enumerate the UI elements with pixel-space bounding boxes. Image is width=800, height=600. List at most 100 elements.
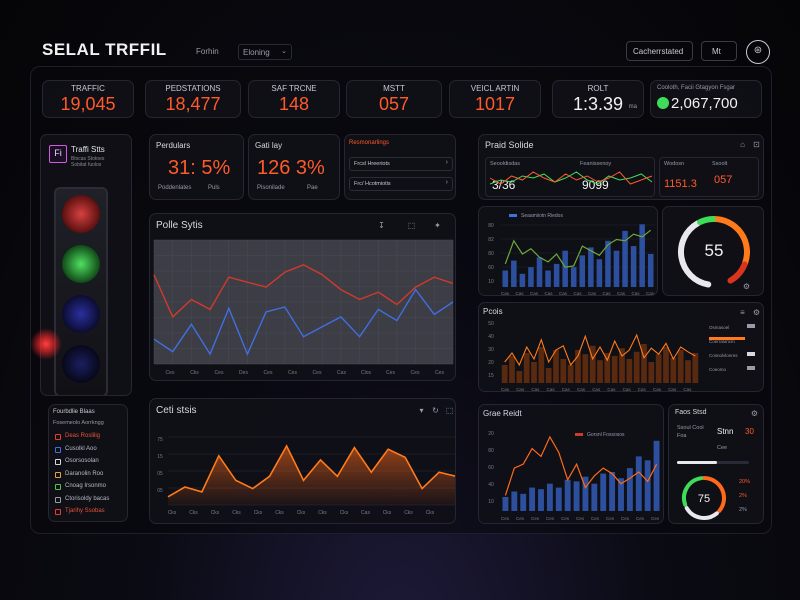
legend-swatch: [575, 433, 583, 436]
legend-panel: Fourbdlie Blaas Fosemeolo Aorrkngg Deas …: [48, 404, 128, 522]
x-tick-label: Ces: [215, 370, 224, 376]
gear-icon[interactable]: ⚙: [741, 281, 752, 292]
x-tick-label: Cks: [404, 510, 413, 516]
x-tick-label: Ces: [636, 516, 645, 521]
legend-item[interactable]: Cusolkl Aoo: [55, 445, 125, 455]
chevron-down-icon: ⌄: [281, 48, 287, 55]
y-tick-label: 80: [488, 251, 494, 257]
legend-item[interactable]: Deas Roslilig: [55, 432, 125, 442]
y-tick-label: 20: [488, 360, 494, 366]
list-row-1-label: Frcsl Hreeriots: [354, 161, 390, 167]
legend-label: Gorsnl Fossosos: [587, 432, 625, 438]
legend-swatch-icon: [55, 459, 61, 465]
insight-c4-label: Ssoolt: [712, 161, 728, 167]
x-tick-label: Cas: [562, 387, 571, 392]
bookmark-icon[interactable]: ⊡: [751, 139, 762, 150]
y-tick-label: 20: [488, 431, 494, 437]
x-tick-label: Cas: [559, 291, 568, 296]
stat-card: ROLT 1:3.39 ma: [552, 80, 644, 118]
x-tick-label: Cas: [607, 387, 616, 392]
bottom-bar-panel: Grae Reidt Gorsnl Fossosos 20 80 60 40 10 Ces C…: [478, 404, 664, 524]
bar: [531, 362, 537, 383]
legend-item-label: Tjarihy Ssobas: [65, 508, 105, 514]
bar: [647, 254, 654, 287]
legend-item-label: Ctorisoldy bacas: [65, 495, 110, 502]
bar: [567, 365, 574, 383]
bar: [502, 270, 509, 287]
x-tick-label: Cas: [530, 291, 539, 296]
y-tick-label: 10: [488, 279, 494, 285]
nav-label[interactable]: Forhin: [196, 47, 219, 56]
stat-label: SAF TRCNE: [271, 84, 317, 93]
legend-item[interactable]: Ctorisoldy bacas: [55, 495, 125, 505]
menu-button[interactable]: Mt: [701, 41, 737, 61]
bar: [579, 255, 586, 287]
x-tick-label: Cas: [653, 387, 662, 392]
line-series: [504, 435, 658, 496]
bar: [600, 473, 607, 511]
legend-item-label: Cusolkl Aoo: [65, 445, 97, 452]
x-tick-label: Ces: [621, 516, 630, 521]
bar: [509, 356, 515, 383]
filter-dropdown[interactable]: Eloning ⌄: [238, 44, 292, 60]
gauge-arc-white: [684, 506, 719, 520]
bar: [653, 440, 660, 511]
x-tick-label: Cks: [189, 510, 198, 516]
legend-title: Fourbdlie Blaas: [53, 409, 95, 415]
y-tick-label: 75: [157, 437, 163, 443]
bar: [545, 270, 551, 287]
red-light: [62, 195, 100, 233]
stat-card: TRAFFIC 19,045: [42, 80, 134, 118]
bar: [523, 353, 530, 383]
user-avatar-icon[interactable]: ⊛: [746, 40, 770, 64]
list-row-1[interactable]: Frcsl Hreeriots ›: [349, 157, 453, 171]
bar: [692, 353, 699, 383]
percent-b-value: 126 3%: [257, 157, 325, 179]
area-chart-panel: Ceti stsis ▾ ↻ ⬚ 75 15 05 05 Cks Cks Cks Cks Cks…: [149, 398, 456, 524]
dropdown-value: Eloning: [243, 48, 270, 57]
x-tick-label: Cas: [501, 387, 510, 392]
stat-label: PEDSTATIONS: [165, 84, 221, 93]
legend-label: Seaamiiotn Riedos: [521, 213, 563, 219]
legend-item-label: Daranolin Roo: [65, 470, 104, 477]
small-side-1: 20%: [739, 479, 751, 485]
stat-card: VEICL ARTIN 1017: [449, 80, 541, 118]
x-tick-label: Cks: [383, 510, 392, 516]
gauge-arc-green: [697, 216, 716, 226]
legend-item[interactable]: Osorsosolan: [55, 457, 125, 467]
x-tick-label: Ces: [313, 370, 322, 376]
insight-panel: Praid Solide ⌂ ⊡ Seooldisdas 3/36 Feanis…: [478, 134, 764, 200]
bar: [644, 460, 651, 511]
chevron-right-icon: ›: [445, 179, 448, 186]
bar: [560, 359, 567, 383]
legend-item[interactable]: Cnoag Irsonmo: [55, 482, 125, 492]
green-light: [62, 245, 100, 283]
x-tick-label: Cas: [577, 387, 586, 392]
bar: [619, 348, 625, 383]
x-tick-label: Ces: [531, 516, 540, 521]
percent-a-sub2: Puls: [208, 185, 220, 191]
list-row-2[interactable]: Frc/ Hcotmiotis ›: [349, 177, 453, 191]
legend-item[interactable]: Tjarihy Ssobas: [55, 507, 125, 517]
line-chart-panel: Polle Sytis ↧ ⬚ ✦ Ces Cks Ces Des Ces Ces Ces C…: [149, 213, 456, 381]
header-action-button[interactable]: Cacherrstated: [626, 41, 693, 61]
bar: [546, 483, 553, 511]
bar: [626, 359, 633, 383]
home-icon[interactable]: ⌂: [737, 139, 748, 150]
bar: [573, 481, 580, 511]
orange-bar-chart: 5040302015OsmasoelCoerraloncmCosnolvlonr…: [488, 321, 755, 392]
legend-swatch: [747, 366, 755, 370]
legend-item[interactable]: Daranolin Roo: [55, 470, 125, 480]
percent-a-sub1: Poddenlates: [158, 185, 192, 191]
legend-item-label: Osorsosolan: [65, 458, 99, 464]
legend-swatch-icon: [55, 446, 61, 453]
stat-value: 19,045: [60, 94, 116, 114]
y-tick-label: 10: [488, 499, 494, 505]
bar: [670, 357, 677, 383]
bar: [538, 347, 545, 383]
bar: [553, 350, 559, 383]
x-tick-label: Cas: [638, 387, 647, 392]
legend-label: Cosnolvlonres: [709, 353, 738, 358]
bar: [511, 260, 517, 287]
percent-b-sub2: Pae: [307, 185, 318, 191]
